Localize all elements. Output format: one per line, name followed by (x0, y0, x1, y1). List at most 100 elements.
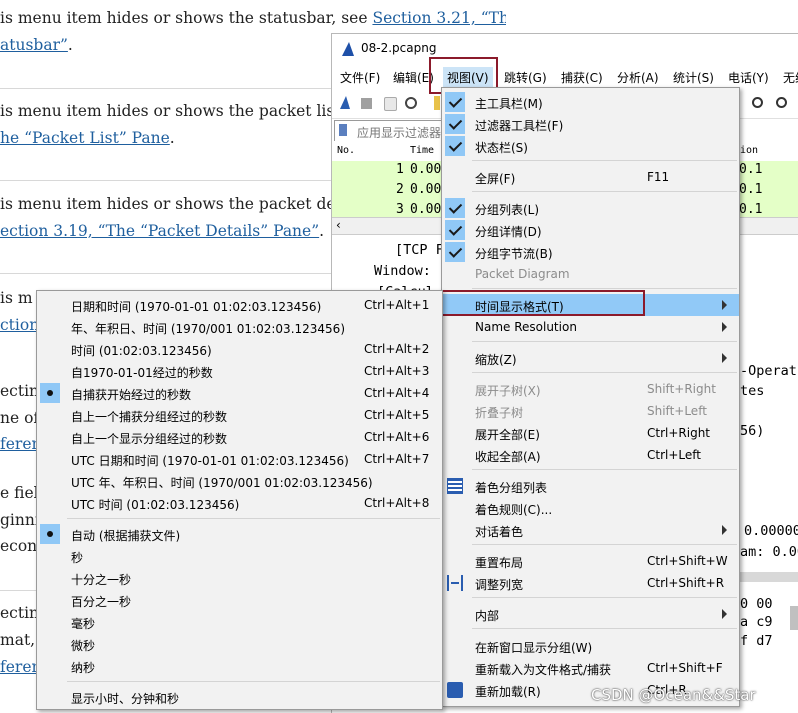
bytes-scrollbar[interactable] (790, 606, 798, 630)
capture-options-icon[interactable] (405, 97, 417, 109)
time-format-time-of-day[interactable]: 时间 (01:02:03.123456) Ctrl+Alt+2 (37, 338, 442, 360)
bookmark-icon[interactable] (339, 124, 347, 136)
checkmark-icon (445, 92, 465, 112)
doc-link-packet-details[interactable]: ection 3.19, “The “Packet Details” Pane” (0, 222, 319, 240)
resize-columns-icon (447, 575, 463, 591)
menu-item-packet-details[interactable]: 分组详情(D) (442, 219, 739, 241)
menu-go[interactable]: 跳转(G) (504, 69, 547, 86)
precision-seconds[interactable]: 秒 (37, 545, 442, 567)
display-hours-minutes-seconds[interactable]: 显示小时、分钟和秒 (37, 686, 442, 708)
menu-item-main-toolbar[interactable]: 主工具栏(M) (442, 91, 739, 113)
menu-item-packet-bytes[interactable]: 分组字节流(B) (442, 241, 739, 263)
column-info[interactable]: ion (740, 145, 758, 156)
detail-line[interactable]: 56) (740, 423, 764, 439)
menu-edit[interactable]: 编辑(E) (393, 69, 434, 86)
doc-fragment-link[interactable]: feren (0, 654, 40, 681)
scroll-left-icon[interactable]: ‹ (336, 218, 341, 232)
menu-item-statusbar[interactable]: 状态栏(S) (442, 135, 739, 157)
menu-item-zoom[interactable]: 缩放(Z) (442, 347, 739, 369)
doc-fragment: econd (0, 537, 40, 555)
menu-separator (472, 160, 737, 161)
menu-separator (472, 341, 737, 342)
menu-item-colorize-packet-list[interactable]: 着色分组列表 (442, 475, 739, 497)
menu-separator (472, 628, 737, 629)
time-format-year-doy-time[interactable]: 年、年积日、时间 (1970/001 01:02:03.123456) (37, 316, 442, 338)
detail-line[interactable]: am: 0.00 (740, 544, 798, 560)
restart-capture-icon[interactable] (384, 97, 397, 111)
menu-item-collapse-all[interactable]: 收起全部(A) Ctrl+Left (442, 444, 739, 466)
start-capture-icon[interactable] (340, 96, 350, 109)
colorize-icon (447, 478, 463, 494)
precision-milliseconds[interactable]: 毫秒 (37, 611, 442, 633)
menu-item-collapse-subtrees[interactable]: 折叠子树 Shift+Left (442, 400, 739, 422)
menu-telephony[interactable]: 电话(Y) (728, 69, 769, 86)
time-format-since-capture-start[interactable]: 自捕获开始经过的秒数 Ctrl+Alt+4 (37, 382, 442, 404)
menu-item-show-packet-new-window[interactable]: 在新窗口显示分组(W) (442, 635, 739, 657)
menu-item-resize-columns[interactable]: 调整列宽 Ctrl+Shift+R (442, 572, 739, 594)
menu-item-fullscreen[interactable]: 全屏(F) F11 (442, 166, 739, 188)
precision-deciseconds[interactable]: 十分之一秒 (37, 567, 442, 589)
csdn-watermark: CSDN @Ocean&&Star (591, 686, 756, 704)
menu-item-internals[interactable]: 内部 (442, 603, 739, 625)
time-format-since-prev-displayed[interactable]: 自上一个显示分组经过的秒数 Ctrl+Alt+6 (37, 426, 442, 448)
bytes-line[interactable]: f d7 (740, 633, 773, 649)
checkmark-icon (445, 220, 465, 240)
wireshark-fin-icon (342, 42, 354, 56)
time-format-date-time[interactable]: 日期和时间 (1970-01-01 01:02:03.123456) Ctrl+A… (37, 294, 442, 316)
menu-file[interactable]: 文件(F) (340, 69, 380, 86)
column-no[interactable]: No. (337, 145, 355, 156)
detail-line[interactable]: tes (740, 383, 764, 399)
menu-item-expand-all[interactable]: 展开全部(E) Ctrl+Right (442, 422, 739, 444)
doc-link-statusbar-cont[interactable]: atusbar” (0, 36, 68, 54)
time-format-since-prev-captured[interactable]: 自上一个捕获分组经过的秒数 Ctrl+Alt+5 (37, 404, 442, 426)
display-filter-bar[interactable]: 应用显示过滤器 (334, 120, 444, 142)
time-format-epoch-seconds[interactable]: 自1970-01-01经过的秒数 Ctrl+Alt+3 (37, 360, 442, 382)
menu-item-filter-toolbar[interactable]: 过滤器工具栏(F) (442, 113, 739, 135)
doc-link-packet-list[interactable]: he “Packet List” Pane (0, 129, 170, 147)
display-filter-input[interactable]: 应用显示过滤器 (357, 124, 441, 141)
time-format-utc-date-time[interactable]: UTC 日期和时间 (1970-01-01 01:02:03.123456) Ct… (37, 448, 442, 470)
checkmark-icon (445, 136, 465, 156)
precision-nanoseconds[interactable]: 纳秒 (37, 655, 442, 677)
open-file-icon[interactable] (434, 96, 440, 110)
column-time[interactable]: Time (410, 145, 434, 156)
bytes-line[interactable]: 0 00 (740, 596, 773, 612)
menu-item-reload-as-format[interactable]: 重新载入为文件格式/捕获 Ctrl+Shift+F (442, 657, 739, 679)
time-display-format-submenu: 日期和时间 (1970-01-01 01:02:03.123456) Ctrl+A… (36, 290, 443, 710)
menu-item-packet-diagram[interactable]: Packet Diagram (442, 263, 739, 285)
pane-splitter[interactable] (738, 572, 798, 582)
submenu-arrow-icon (722, 353, 727, 363)
precision-automatic[interactable]: 自动 (根据捕获文件) (37, 523, 442, 545)
bytes-line[interactable]: a c9 (740, 614, 773, 630)
detail-line[interactable]: 0.00000 (744, 523, 798, 539)
time-format-utc-time[interactable]: UTC 时间 (01:02:03.123456) Ctrl+Alt+8 (37, 492, 442, 514)
menu-item-colorize-conversation[interactable]: 对话着色 (442, 519, 739, 541)
menu-capture[interactable]: 捕获(C) (561, 69, 603, 86)
zoom-out-icon[interactable] (776, 97, 787, 108)
menu-separator (67, 681, 440, 682)
doc-fragment: ne of d (0, 409, 40, 427)
stop-capture-icon[interactable] (361, 98, 372, 109)
menu-analyze[interactable]: 分析(A) (617, 69, 659, 86)
detail-line[interactable]: Window: (374, 263, 431, 279)
submenu-arrow-icon (722, 322, 727, 332)
detail-line[interactable]: -Operati (740, 363, 798, 379)
menu-wireless[interactable]: 无线 (783, 69, 798, 86)
highlight-box-time-format (433, 290, 645, 316)
menu-item-packet-list[interactable]: 分组列表(L) (442, 197, 739, 219)
menu-item-reset-layout[interactable]: 重置布局 Ctrl+Shift+W (442, 550, 739, 572)
submenu-arrow-icon (722, 525, 727, 535)
menu-item-expand-subtrees[interactable]: 展开子树(X) Shift+Right (442, 378, 739, 400)
detail-line[interactable]: [TCP F (395, 242, 444, 258)
zoom-in-icon[interactable] (752, 97, 763, 108)
doc-link-partial[interactable]: ction (0, 316, 39, 334)
precision-microseconds[interactable]: 微秒 (37, 633, 442, 655)
doc-link-statusbar[interactable]: Section 3.21, “The (372, 9, 506, 27)
doc-fragment-link[interactable]: feren (0, 431, 40, 458)
time-format-utc-year-doy-time[interactable]: UTC 年、年积日、时间 (1970/001 01:02:03.123456) (37, 470, 442, 492)
menu-item-coloring-rules[interactable]: 着色规则(C)... (442, 497, 739, 519)
precision-centiseconds[interactable]: 百分之一秒 (37, 589, 442, 611)
menu-item-name-resolution[interactable]: Name Resolution (442, 316, 739, 338)
menu-statistics[interactable]: 统计(S) (673, 69, 714, 86)
radio-selected-icon (40, 524, 60, 544)
